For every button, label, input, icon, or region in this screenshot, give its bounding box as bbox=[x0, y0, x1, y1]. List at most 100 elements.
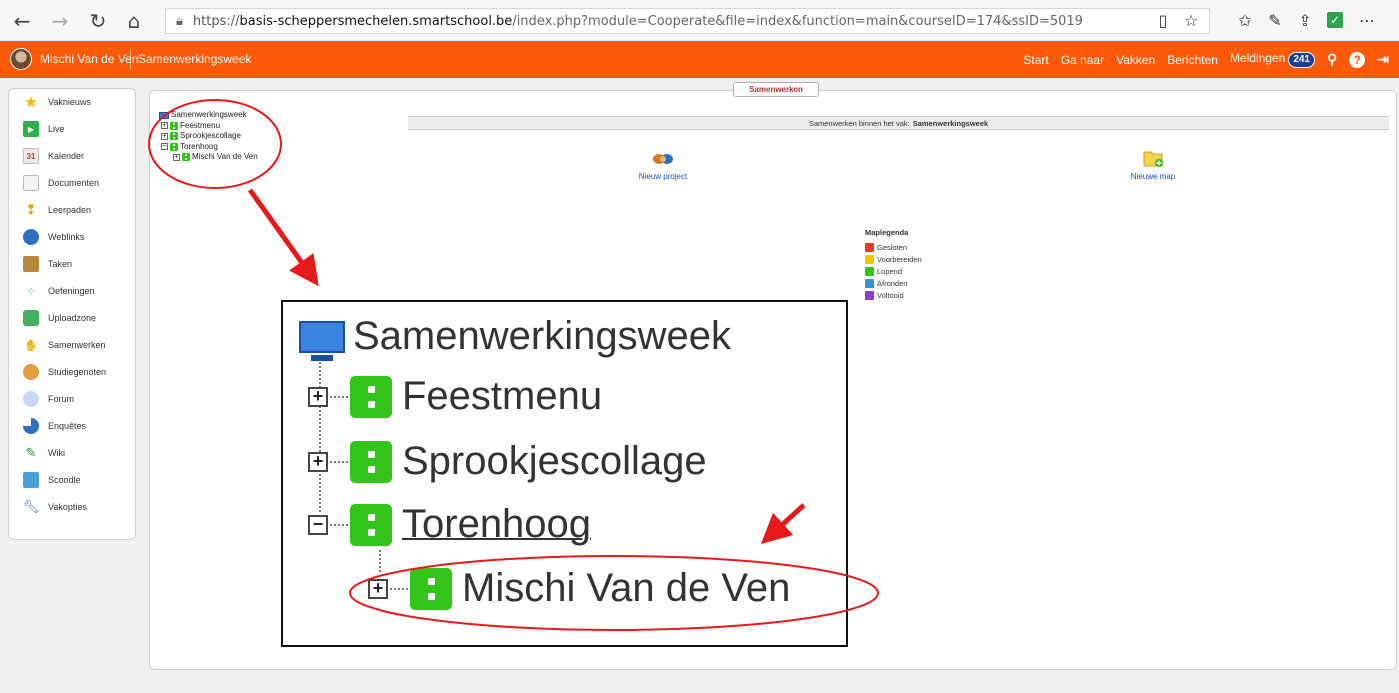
refresh-icon[interactable]: ↻ bbox=[84, 7, 112, 35]
sidebar-item-wiki[interactable]: ✎ Wiki bbox=[9, 442, 135, 464]
search-icon[interactable]: ⚲ bbox=[1327, 51, 1337, 68]
tree-item-feestmenu[interactable]: + Feestmenu bbox=[159, 121, 258, 132]
sidebar-item-label: Forum bbox=[48, 394, 75, 404]
zoom-root: Samenwerkingsweek bbox=[299, 314, 731, 361]
globe-icon bbox=[23, 229, 39, 245]
top-navigation-bar: Mischi Van de Ven Samenwerkingsweek Star… bbox=[0, 41, 1399, 78]
url-prefix: https:// bbox=[192, 13, 240, 29]
sidebar-item-scoodle[interactable]: Scoodle bbox=[9, 469, 135, 491]
url-path: /index.php?module=Cooperate&file=index&f… bbox=[512, 13, 1083, 29]
logout-icon[interactable]: ⇥ bbox=[1377, 51, 1389, 68]
sidebar-item-kalender[interactable]: 31 Kalender bbox=[9, 145, 135, 167]
zoom-child-label: Mischi Van de Ven bbox=[462, 566, 791, 610]
reading-view-icon[interactable]: ▯ bbox=[1150, 7, 1176, 33]
avatar[interactable] bbox=[10, 48, 32, 70]
favorite-star-icon[interactable]: ☆ bbox=[1178, 7, 1204, 33]
menu-meldingen[interactable]: Meldingen 241 bbox=[1230, 51, 1315, 68]
zoom-item-label: Sprookjescollage bbox=[402, 439, 707, 483]
completed-icon bbox=[865, 290, 874, 300]
sidebar-item-samenwerken[interactable]: ✋ Samenwerken bbox=[9, 334, 135, 356]
sidebar-item-live[interactable]: ▶ Live bbox=[9, 118, 135, 140]
footsteps-icon: ❢ bbox=[25, 202, 37, 217]
favorites-list-icon[interactable]: ✩ bbox=[1232, 7, 1258, 33]
legend-label: Lopend bbox=[877, 266, 903, 276]
info-prefix: Samenwerken binnen het vak: bbox=[808, 118, 910, 128]
legend-item-lopend: Lopend bbox=[865, 265, 922, 277]
user-name[interactable]: Mischi Van de Ven bbox=[40, 52, 139, 66]
sidebar-item-studiegenoten[interactable]: Studiegenoten bbox=[9, 361, 135, 383]
sidebar-item-label: Weblinks bbox=[48, 232, 85, 242]
sidebar-item-oefeningen[interactable]: ⁘ Oefeningen bbox=[9, 280, 135, 302]
handshake-icon: ✋ bbox=[24, 339, 38, 352]
folder-status-icon bbox=[350, 440, 392, 483]
sidebar-item-label: Kalender bbox=[48, 151, 85, 161]
wrench-icon: 🔧︎ bbox=[22, 499, 40, 514]
sidebar-item-taken[interactable]: Taken bbox=[9, 253, 135, 275]
zoom-item-feestmenu: + Feestmenu bbox=[308, 374, 602, 419]
sidebar-item-label: Uploadzone bbox=[48, 313, 97, 323]
zoom-item-torenhoog: − Torenhoog bbox=[308, 502, 591, 547]
address-bar[interactable]: 🔒︎ https:// basis-scheppersmechelen.smar… bbox=[165, 8, 1210, 34]
expand-icon[interactable]: + bbox=[161, 122, 168, 130]
extension-check-icon[interactable]: ✓ bbox=[1322, 7, 1348, 33]
scoodle-icon bbox=[23, 472, 39, 488]
folder-status-icon bbox=[182, 153, 190, 162]
info-course: Samenwerkingsweek bbox=[912, 118, 989, 128]
menu-vakken[interactable]: Vakken bbox=[1116, 53, 1155, 67]
legend-label: Voltooid bbox=[877, 290, 904, 300]
tree-item-label: Feestmenu bbox=[180, 120, 221, 130]
pie-icon bbox=[23, 418, 39, 434]
expand-icon[interactable]: + bbox=[173, 153, 180, 161]
menu-start[interactable]: Start bbox=[1023, 53, 1048, 67]
folder-status-icon bbox=[350, 503, 392, 546]
tree-item-child[interactable]: + Mischi Van de Ven bbox=[159, 152, 258, 163]
share-icon[interactable]: ⇪ bbox=[1292, 7, 1318, 33]
zoomed-tree-callout: Samenwerkingsweek + Feestmenu + Sprookje… bbox=[281, 300, 848, 647]
new-folder-button[interactable]: Nieuwe map bbox=[1118, 148, 1188, 181]
menu-berichten[interactable]: Berichten bbox=[1167, 53, 1218, 67]
new-project-button[interactable]: Nieuw project bbox=[628, 150, 698, 181]
legend-item-gesloten: Gesloten bbox=[865, 241, 922, 253]
sidebar-item-label: Taken bbox=[48, 259, 73, 269]
sidebar-item-leerpaden[interactable]: ❢ Leerpaden bbox=[9, 199, 135, 221]
sidebar-item-enquetes[interactable]: Enquêtes bbox=[9, 415, 135, 437]
tree-item-sprookjescollage[interactable]: + Sprookjescollage bbox=[159, 131, 258, 142]
expand-icon[interactable]: + bbox=[161, 132, 168, 140]
exercises-icon: ⁘ bbox=[26, 285, 36, 298]
more-menu-icon[interactable]: ⋯ bbox=[1354, 7, 1380, 33]
finishing-icon bbox=[865, 278, 874, 288]
course-title[interactable]: Samenwerkingsweek bbox=[138, 52, 251, 66]
pencil-icon: ✎ bbox=[25, 445, 37, 460]
tree-root-label: Samenwerkingsweek bbox=[171, 110, 247, 119]
tree-root[interactable]: Samenwerkingsweek bbox=[159, 110, 258, 121]
expand-icon: + bbox=[308, 386, 328, 407]
pen-notes-icon[interactable]: ✎ bbox=[1262, 7, 1288, 33]
sidebar-item-label: Scoodle bbox=[48, 475, 81, 485]
monitor-icon bbox=[159, 111, 169, 119]
tree-item-torenhoog[interactable]: − Torenhoog bbox=[159, 142, 258, 153]
tab-samenwerken[interactable]: Samenwerken bbox=[733, 82, 819, 97]
sidebar-item-uploadzone[interactable]: Uploadzone bbox=[9, 307, 135, 329]
sidebar-item-label: Live bbox=[48, 124, 65, 134]
sidebar-item-weblinks[interactable]: Weblinks bbox=[9, 226, 135, 248]
new-folder-icon bbox=[1143, 151, 1163, 167]
sidebar-item-documenten[interactable]: Documenten bbox=[9, 172, 135, 194]
sidebar-item-forum[interactable]: Forum bbox=[9, 388, 135, 410]
sidebar: ★ Vaknieuws ▶ Live 31 Kalender Documente… bbox=[8, 88, 136, 540]
back-icon[interactable]: ← bbox=[8, 7, 36, 35]
menu-ga-naar[interactable]: Ga naar bbox=[1061, 53, 1104, 67]
home-icon[interactable]: ⌂ bbox=[120, 7, 148, 35]
sidebar-item-label: Documenten bbox=[48, 178, 100, 188]
folder-status-icon bbox=[170, 132, 178, 141]
folder-legend: Maplegenda Gesloten Voorbereiden Lopend … bbox=[865, 228, 922, 301]
sidebar-item-vakopties[interactable]: 🔧︎ Vakopties bbox=[9, 496, 135, 518]
collapse-icon[interactable]: − bbox=[161, 143, 168, 151]
people-icon bbox=[23, 364, 39, 380]
legend-label: Gesloten bbox=[877, 242, 908, 252]
topbar-menu: Start Ga naar Vakken Berichten Meldingen… bbox=[1011, 41, 1389, 78]
sidebar-item-vaknieuws[interactable]: ★ Vaknieuws bbox=[9, 91, 135, 113]
forward-icon[interactable]: → bbox=[46, 7, 74, 35]
tasks-icon bbox=[23, 256, 39, 272]
sidebar-item-label: Wiki bbox=[48, 448, 65, 458]
help-icon[interactable]: ? bbox=[1349, 51, 1366, 68]
